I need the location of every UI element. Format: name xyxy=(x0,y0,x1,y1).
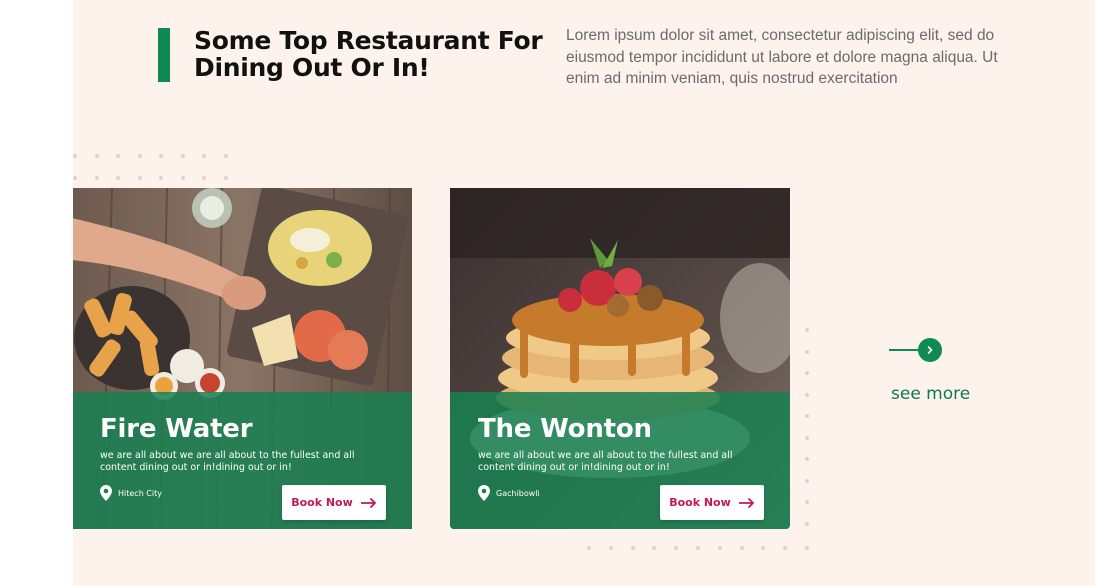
decorative-dot xyxy=(137,154,142,158)
decorative-dot xyxy=(223,176,228,180)
decorative-dot xyxy=(783,546,788,550)
arrow-right-icon xyxy=(738,497,755,508)
heading-accent-bar xyxy=(158,28,170,82)
heading-line-2: Dining Out Or In! xyxy=(194,53,430,82)
decorative-dot xyxy=(805,546,809,550)
decorative-dot xyxy=(202,176,206,180)
decorative-dot xyxy=(137,176,142,180)
card-location: Hitech City xyxy=(100,485,162,501)
card-location: Gachibowli xyxy=(478,485,540,501)
decorative-dot xyxy=(608,546,613,550)
see-more-line xyxy=(889,349,919,351)
decorative-dot xyxy=(696,546,700,550)
decorative-dot xyxy=(805,349,809,354)
decorative-dot-grid-right xyxy=(805,328,815,528)
decorative-dot xyxy=(652,546,657,550)
decorative-dot xyxy=(805,500,809,504)
decorative-dot xyxy=(674,546,679,550)
card-title: The Wonton xyxy=(478,414,652,444)
decorative-dot xyxy=(180,176,185,180)
see-more-link[interactable]: see more xyxy=(885,336,975,410)
book-now-button[interactable]: Book Now xyxy=(282,485,386,520)
decorative-dot xyxy=(159,154,163,158)
see-more-label: see more xyxy=(891,384,971,404)
decorative-dot xyxy=(202,154,206,158)
card-description: we are all about we are all about to the… xyxy=(100,450,355,473)
arrow-right-icon xyxy=(360,497,377,508)
restaurant-card-fire-water[interactable]: Fire Water we are all about we are all a… xyxy=(73,188,412,529)
chevron-right-icon xyxy=(927,346,933,354)
decorative-dot xyxy=(587,546,591,550)
restaurants-section: Some Top Restaurant For Dining Out Or In… xyxy=(73,0,1095,586)
decorative-dot xyxy=(805,392,809,397)
decorative-dot xyxy=(73,176,77,180)
section-intro: Lorem ipsum dolor sit amet, consectetur … xyxy=(566,27,998,87)
book-now-label: Book Now xyxy=(669,496,731,509)
section-heading: Some Top Restaurant For Dining Out Or In… xyxy=(194,27,554,81)
restaurant-card-the-wonton[interactable]: The Wonton we are all about we are all a… xyxy=(450,188,790,529)
decorative-dot xyxy=(94,154,99,158)
map-pin-icon xyxy=(100,485,112,501)
card-title: Fire Water xyxy=(100,414,253,444)
decorative-dot-grid-bottom xyxy=(587,546,817,556)
decorative-dot xyxy=(739,546,744,550)
decorative-dot xyxy=(805,414,809,418)
heading-line-1: Some Top Restaurant For xyxy=(194,26,543,55)
book-now-label: Book Now xyxy=(291,496,353,509)
decorative-dot xyxy=(717,546,722,550)
decorative-dot xyxy=(630,546,635,550)
decorative-dot xyxy=(805,435,809,440)
page: Some Top Restaurant For Dining Out Or In… xyxy=(0,0,1108,586)
map-pin-icon xyxy=(478,485,490,501)
decorative-dot xyxy=(805,371,809,375)
decorative-dot xyxy=(159,176,163,180)
decorative-dot xyxy=(116,176,120,180)
decorative-dot xyxy=(73,154,77,158)
next-button[interactable] xyxy=(918,338,942,362)
decorative-dot xyxy=(223,154,228,158)
decorative-dot xyxy=(805,328,809,332)
decorative-dot xyxy=(180,154,185,158)
decorative-dot xyxy=(116,154,120,158)
location-text: Hitech City xyxy=(118,488,162,498)
card-description: we are all about we are all about to the… xyxy=(478,450,733,473)
decorative-dot xyxy=(761,546,766,550)
decorative-dot xyxy=(805,457,809,461)
decorative-dot xyxy=(805,521,809,526)
decorative-dot-grid-top xyxy=(73,154,233,184)
location-text: Gachibowli xyxy=(496,488,540,498)
book-now-button[interactable]: Book Now xyxy=(660,485,764,520)
decorative-dot xyxy=(805,478,809,483)
decorative-dot xyxy=(94,176,99,180)
